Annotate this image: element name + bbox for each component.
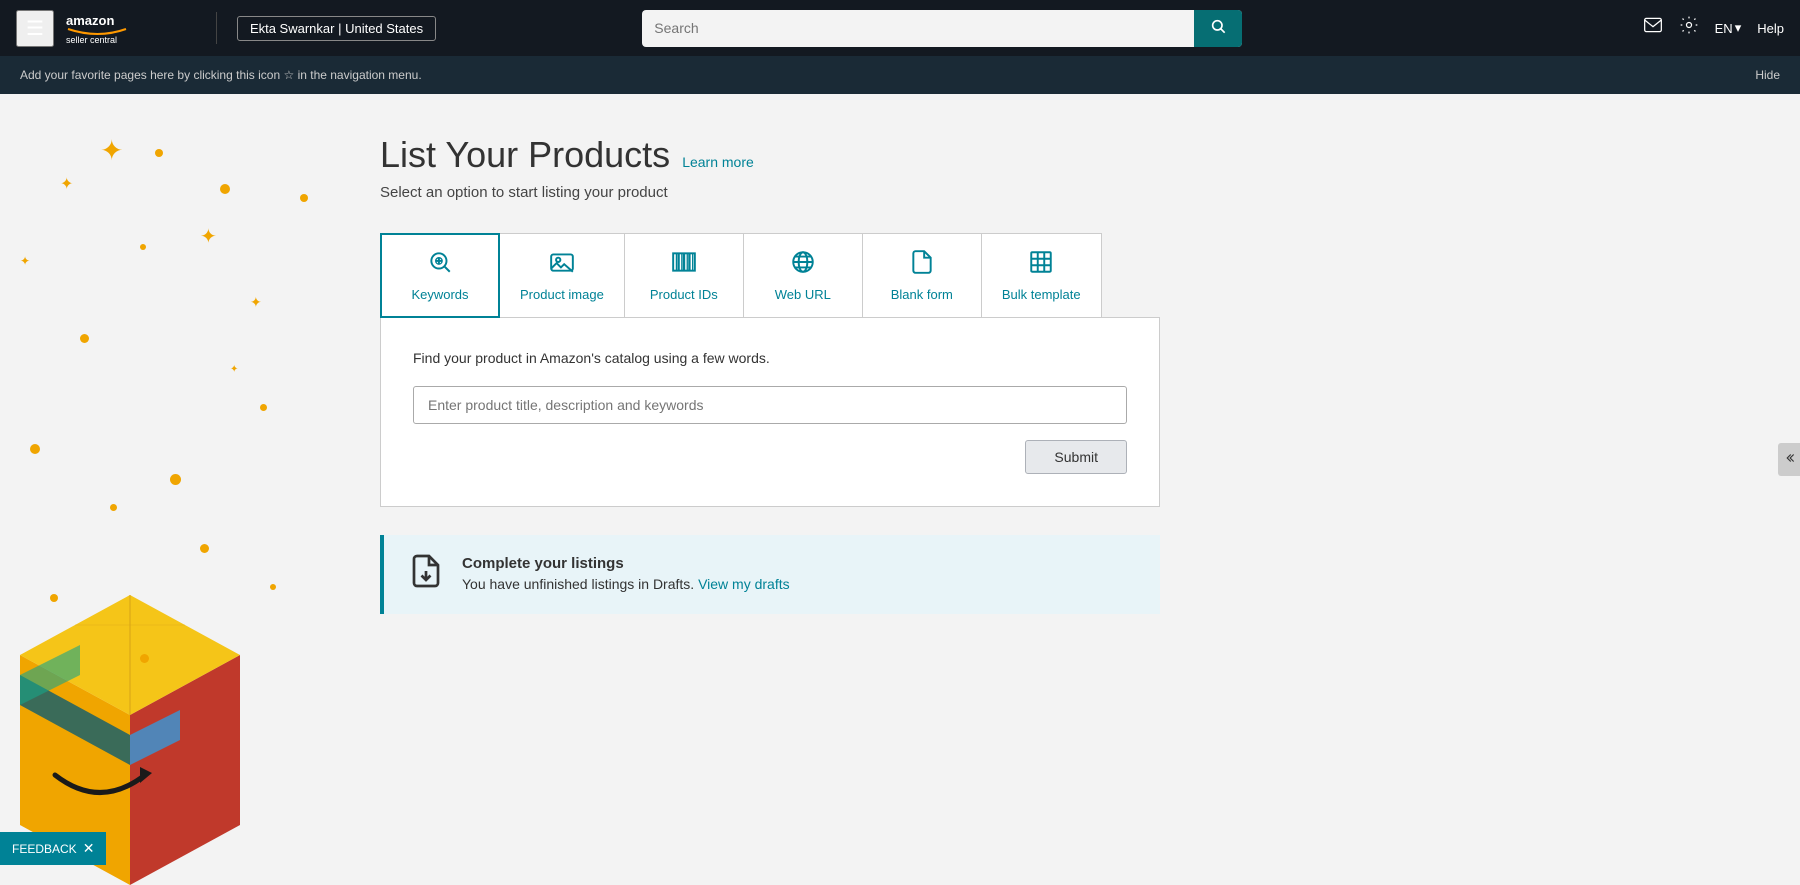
tab-blank-form-label: Blank form (891, 287, 953, 302)
favorites-bar-text: Add your favorite pages here by clicking… (20, 68, 422, 82)
product-ids-icon (671, 249, 697, 281)
nav-divider (216, 12, 217, 44)
star-decoration-5: ✦ (20, 254, 30, 268)
dot-decoration-1 (155, 149, 163, 157)
tab-web-url[interactable]: Web URL (743, 233, 863, 318)
complete-listings-section: Complete your listings You have unfinish… (380, 535, 1160, 614)
svg-text:amazon: amazon (66, 13, 114, 28)
blank-form-icon (909, 249, 935, 281)
keyword-input[interactable] (413, 386, 1127, 424)
dot-decoration-7 (170, 474, 181, 485)
search-button[interactable] (1194, 10, 1242, 47)
dot-decoration-9 (200, 544, 209, 553)
chevron-icon (1782, 451, 1796, 465)
amazon-logo: amazon seller central (66, 9, 196, 47)
left-illustration: ✦ ✦ ✦ ✦ ✦ (0, 94, 320, 885)
feedback-label: FEEDBACK (12, 842, 77, 856)
web-url-icon (790, 249, 816, 281)
view-drafts-link[interactable]: View my drafts (698, 576, 790, 592)
gear-icon (1679, 15, 1699, 35)
star-decoration-1: ✦ (100, 134, 123, 167)
search-icon (1210, 18, 1226, 34)
submit-button[interactable]: Submit (1025, 440, 1127, 474)
dot-decoration-13 (140, 654, 149, 663)
language-selector[interactable]: EN ▾ (1715, 20, 1742, 36)
sidebar-toggle[interactable] (1778, 443, 1800, 476)
page-title: List Your Products (380, 134, 670, 176)
star-decoration-2: ✦ (60, 174, 73, 194)
hamburger-menu-button[interactable]: ☰ (16, 10, 54, 47)
dot-decoration-4 (80, 334, 89, 343)
complete-listings-title: Complete your listings (462, 555, 790, 572)
hide-favorites-button[interactable]: Hide (1755, 68, 1780, 82)
keywords-icon (427, 249, 453, 281)
tab-product-image-label: Product image (520, 287, 604, 302)
tab-keywords[interactable]: Keywords (380, 233, 500, 318)
star-decoration-4: ✦ (250, 294, 262, 311)
mail-icon (1643, 15, 1663, 35)
tab-product-ids[interactable]: Product IDs (624, 233, 744, 318)
tabs-row: Keywords Product image (380, 233, 1160, 318)
content-box: Find your product in Amazon's catalog us… (380, 317, 1160, 507)
search-input[interactable] (642, 12, 1194, 44)
main-area: ✦ ✦ ✦ ✦ ✦ (0, 94, 1800, 885)
learn-more-link[interactable]: Learn more (682, 154, 754, 170)
dot-decoration-12 (270, 584, 276, 590)
star-decoration-3: ✦ (200, 224, 217, 249)
svg-text:seller central: seller central (66, 35, 117, 45)
star-decoration-6: ✦ (230, 364, 238, 375)
submit-row: Submit (413, 440, 1127, 474)
feedback-close-icon[interactable]: ✕ (83, 840, 95, 857)
tab-bulk-template-label: Bulk template (1002, 287, 1081, 302)
search-bar (642, 10, 1242, 47)
top-navigation: ☰ amazon seller central Ekta Swarnkar | … (0, 0, 1800, 56)
draft-icon (408, 553, 444, 596)
product-image-icon (549, 249, 575, 281)
page-subtitle: Select an option to start listing your p… (380, 184, 1160, 201)
dot-decoration-14 (80, 694, 87, 701)
dot-decoration-3 (140, 244, 146, 250)
tab-product-ids-label: Product IDs (650, 287, 718, 302)
complete-listings-text: Complete your listings You have unfinish… (462, 555, 790, 594)
settings-button[interactable] (1679, 15, 1699, 41)
tab-bulk-template[interactable]: Bulk template (981, 233, 1102, 318)
bulk-template-icon (1028, 249, 1054, 281)
mail-button[interactable] (1643, 15, 1663, 41)
dot-decoration-11 (30, 444, 40, 454)
tab-keywords-label: Keywords (411, 287, 468, 302)
tab-blank-form[interactable]: Blank form (862, 233, 982, 318)
dot-decoration-2 (220, 184, 230, 194)
amazon-seller-central-logo: amazon seller central (66, 9, 196, 47)
tab-web-url-label: Web URL (775, 287, 831, 302)
page-title-row: List Your Products Learn more (380, 134, 1160, 176)
dot-decoration-5 (260, 404, 267, 411)
feedback-button[interactable]: FEEDBACK ✕ (0, 832, 106, 865)
dot-decoration-8 (110, 504, 117, 511)
nav-right-actions: EN ▾ Help (1643, 15, 1784, 41)
keywords-description: Find your product in Amazon's catalog us… (413, 350, 1127, 366)
right-content: List Your Products Learn more Select an … (320, 94, 1220, 885)
account-selector[interactable]: Ekta Swarnkar | United States (237, 16, 436, 41)
favorites-bar: Add your favorite pages here by clicking… (0, 56, 1800, 94)
complete-listings-description: You have unfinished listings in Drafts. (462, 576, 694, 592)
dot-decoration-10 (50, 594, 58, 602)
dot-decoration-6 (300, 194, 308, 202)
tab-product-image[interactable]: Product image (499, 233, 625, 318)
help-button[interactable]: Help (1757, 21, 1784, 36)
